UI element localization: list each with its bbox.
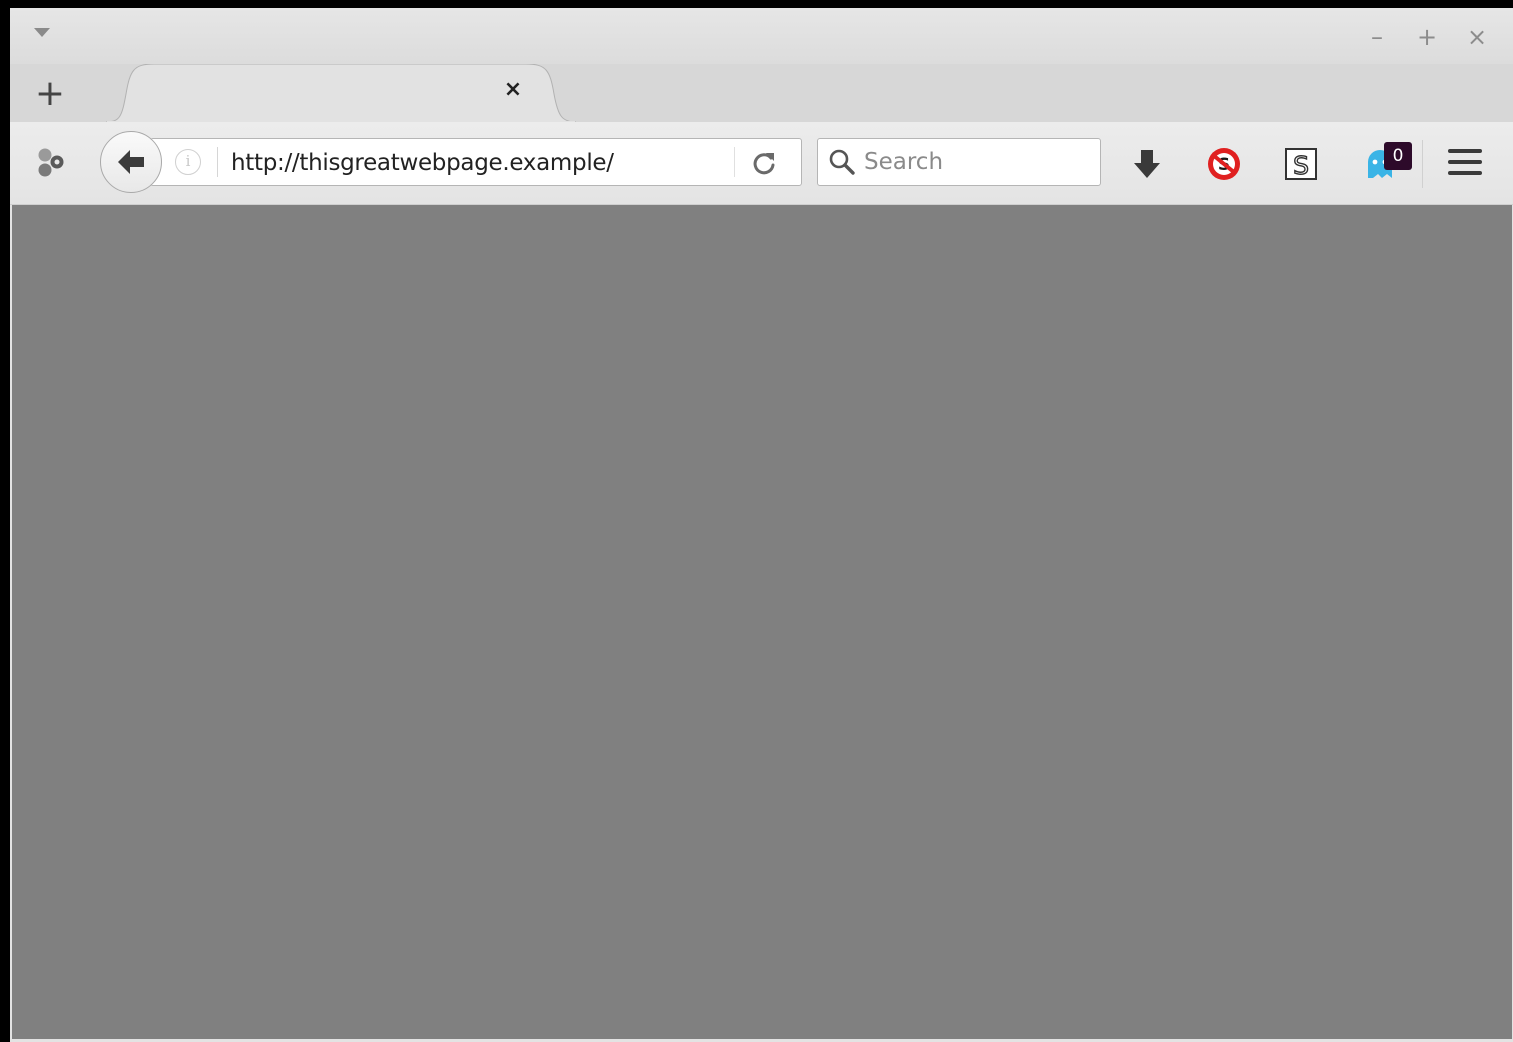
tab-title (146, 82, 486, 106)
tab-strip: + × (10, 64, 1513, 124)
navigation-toolbar: i http://thisgreatwebpage.example/ Searc… (10, 122, 1513, 205)
extension-logo-icon[interactable] (36, 146, 70, 180)
minimize-button[interactable]: – (1362, 22, 1392, 52)
back-arrow-icon (118, 150, 144, 174)
hamburger-menu-icon[interactable] (1448, 149, 1484, 179)
download-icon[interactable] (1127, 144, 1167, 184)
reload-separator (734, 147, 735, 177)
url-bar[interactable]: i http://thisgreatwebpage.example/ (150, 138, 802, 186)
new-tab-button[interactable]: + (30, 74, 70, 114)
tab-close-button[interactable]: × (501, 78, 525, 102)
ghostery-badge: 0 (1384, 142, 1412, 170)
search-bar[interactable] (817, 138, 1101, 186)
back-button[interactable] (100, 131, 162, 193)
blocker-icon[interactable]: S (1204, 144, 1244, 184)
url-text[interactable]: http://thisgreatwebpage.example/ (231, 150, 614, 176)
site-info-icon[interactable]: i (175, 149, 201, 175)
close-window-button[interactable]: × (1462, 22, 1492, 52)
browser-window: – + × + × i http://thisgreatwebpage.exam… (10, 8, 1513, 1042)
maximize-button[interactable]: + (1412, 22, 1442, 52)
tab-active[interactable]: × (106, 64, 576, 124)
search-input[interactable] (864, 147, 1089, 177)
title-bar: – + × (10, 8, 1513, 64)
menu-separator (1422, 140, 1423, 188)
window-menu-icon[interactable] (34, 28, 50, 37)
reload-icon[interactable] (749, 148, 779, 178)
page-content (12, 205, 1512, 1039)
url-separator (217, 147, 218, 177)
s-extension-icon[interactable]: S (1281, 144, 1321, 184)
search-icon (829, 149, 855, 175)
svg-text:S: S (1293, 151, 1309, 180)
